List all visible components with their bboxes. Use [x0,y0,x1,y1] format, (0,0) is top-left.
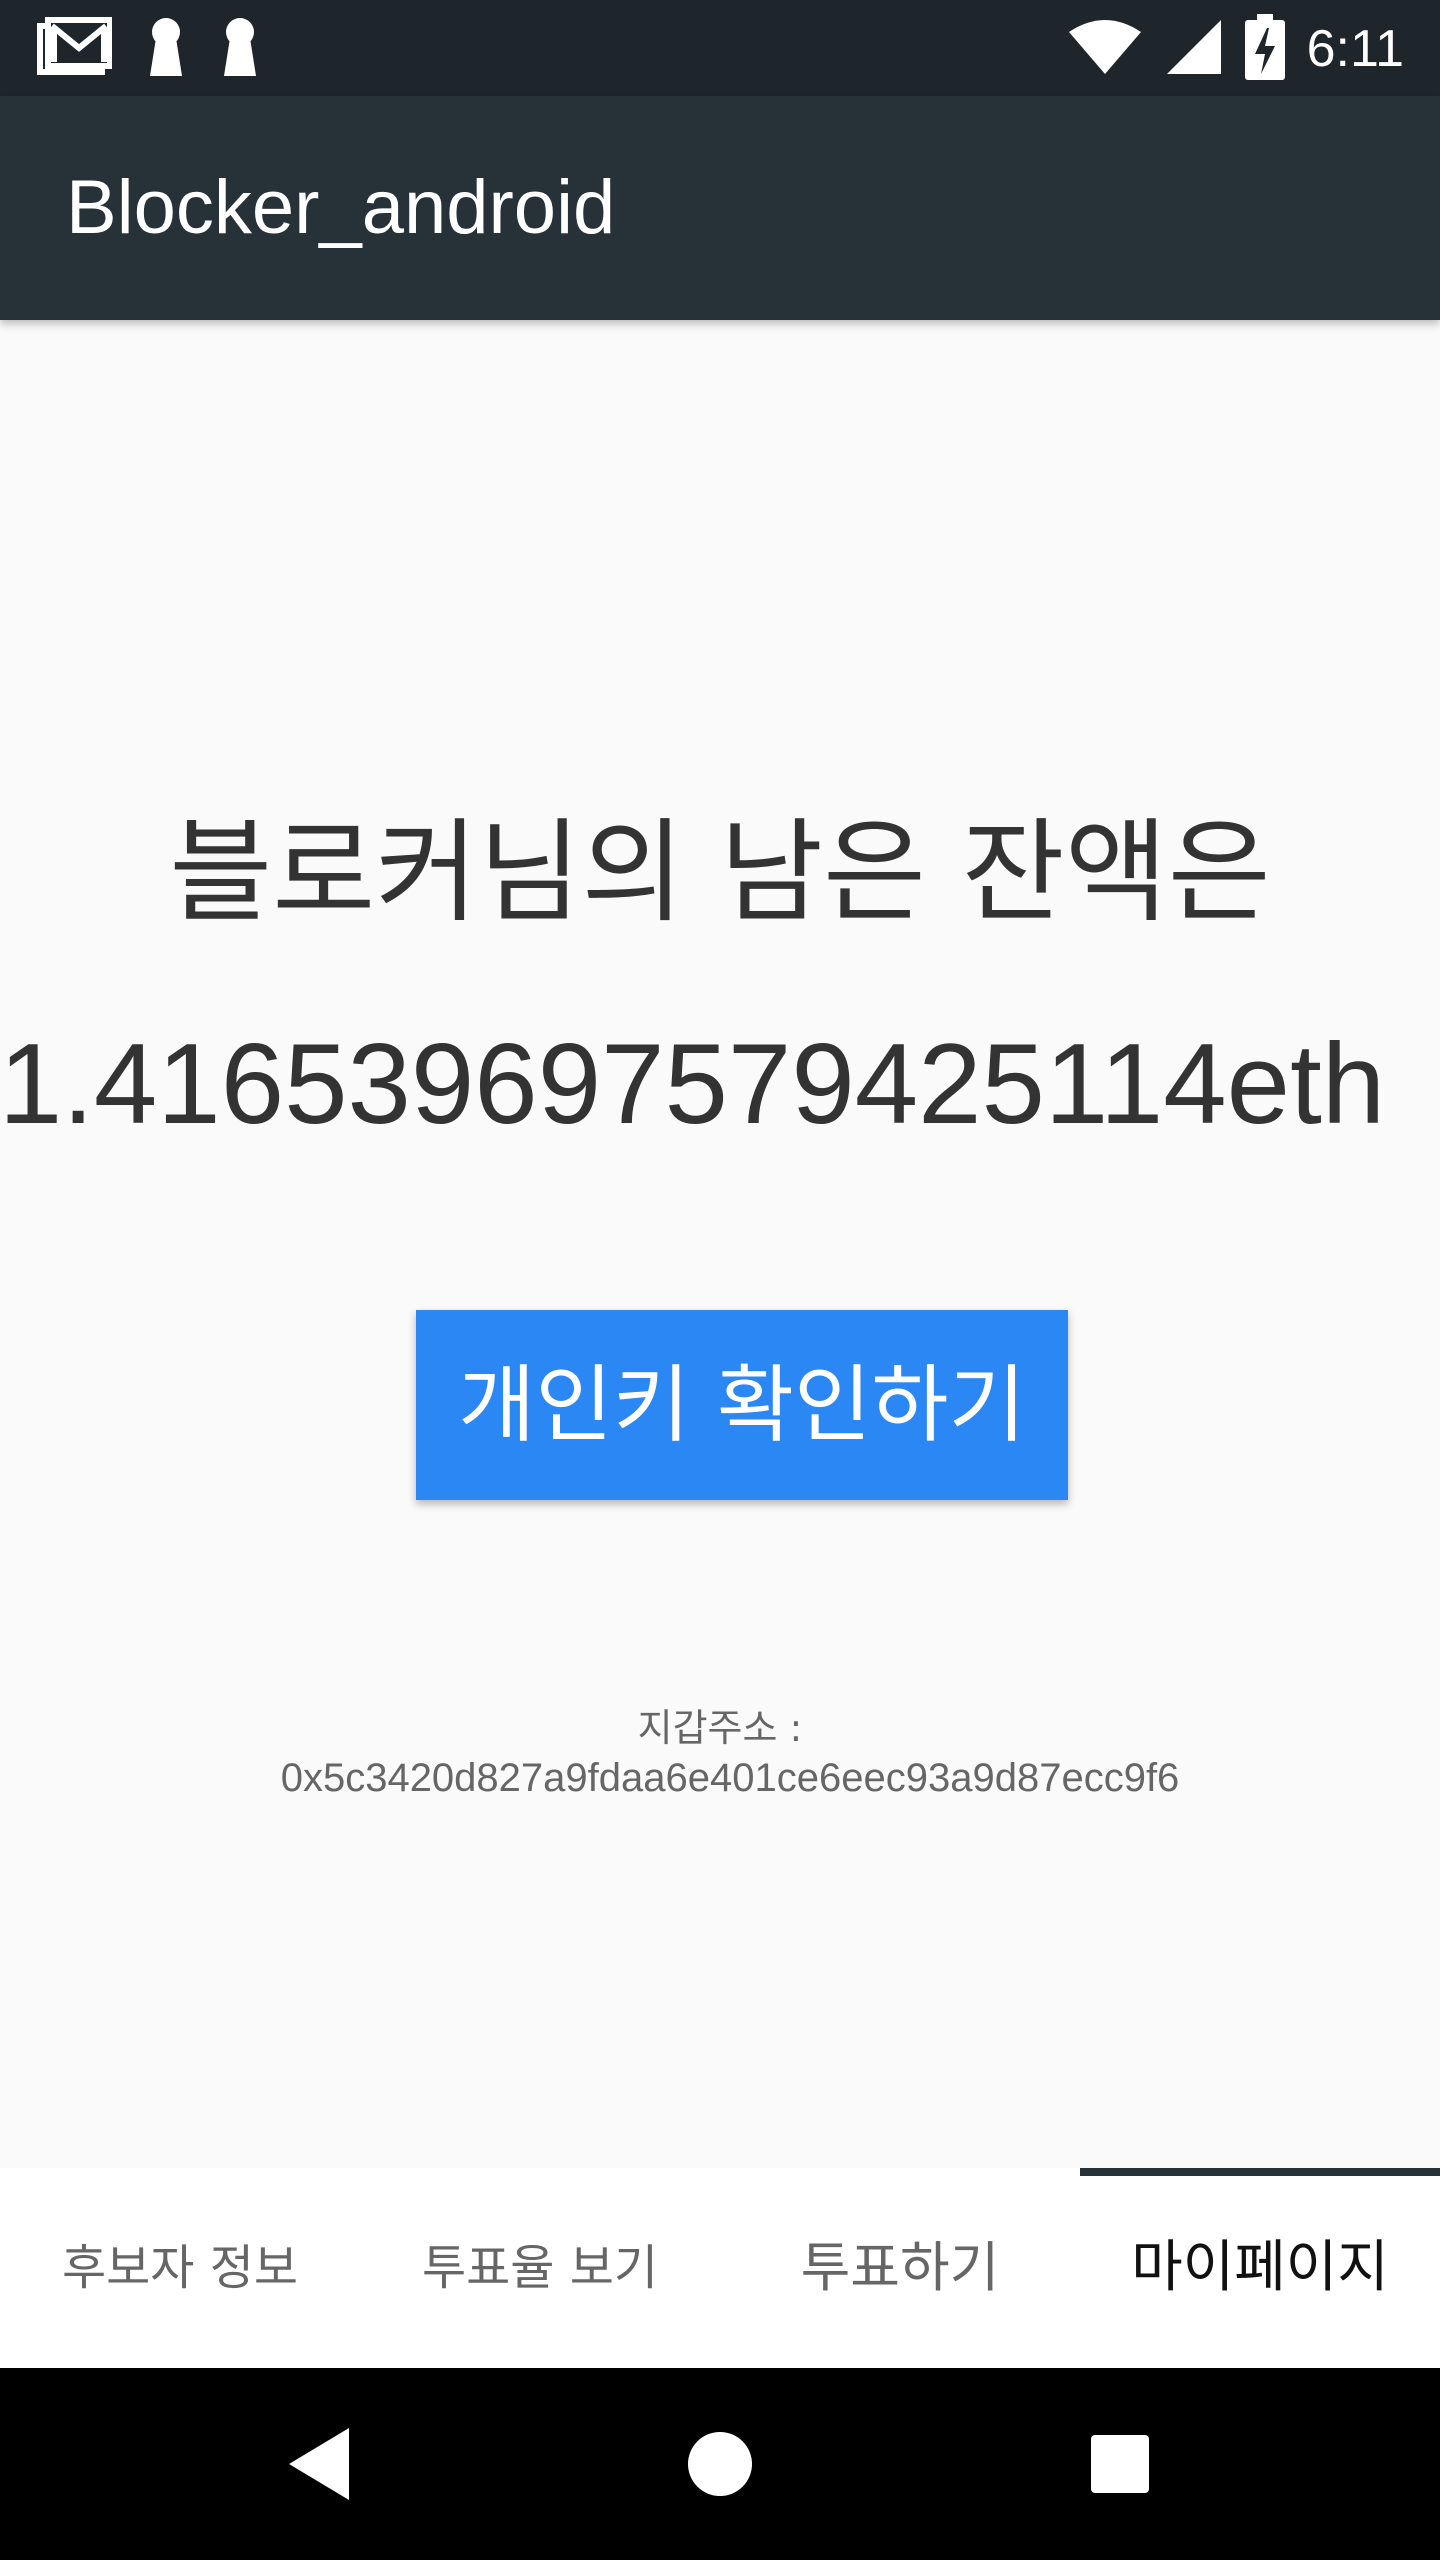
keyhole-icon [146,16,186,82]
balance-value: 1.416539697579425114eth [0,1021,1386,1148]
screen: 6:11 Blocker_android 블로커님의 남은 잔액은 1.4165… [0,0,1440,2560]
tab-vote[interactable]: 투표하기 [720,2168,1080,2368]
wifi-icon [1067,18,1143,80]
app-title: Blocker_android [66,165,616,250]
home-icon[interactable] [620,2368,820,2560]
back-icon[interactable] [220,2368,420,2560]
tab-bar: 후보자 정보 투표율 보기 투표하기 마이페이지 [0,2168,1440,2368]
recents-icon[interactable] [1020,2368,1220,2560]
keyhole-icon [220,16,260,82]
clock-time: 6:11 [1306,20,1404,78]
tab-candidate-info[interactable]: 후보자 정보 [0,2168,360,2368]
tab-my-page[interactable]: 마이페이지 [1080,2168,1440,2368]
wallet-address-label: 지갑주소 : [637,1706,803,1750]
system-nav-bar [0,2368,1440,2560]
cellular-signal-icon [1165,18,1223,80]
wallet-address: 0x5c3420d827a9fdaa6e401ce6eec93a9d87ecc9… [280,1756,1180,1800]
battery-charging-icon [1244,14,1285,84]
check-private-key-button[interactable]: 개인키 확인하기 [416,1310,1068,1500]
status-bar: 6:11 [0,0,1440,96]
app-bar: Blocker_android [0,96,1440,320]
balance-heading: 블로커님의 남은 잔액은 [169,808,1271,938]
gmail-icon [36,16,113,82]
tab-turnout[interactable]: 투표율 보기 [360,2168,720,2368]
